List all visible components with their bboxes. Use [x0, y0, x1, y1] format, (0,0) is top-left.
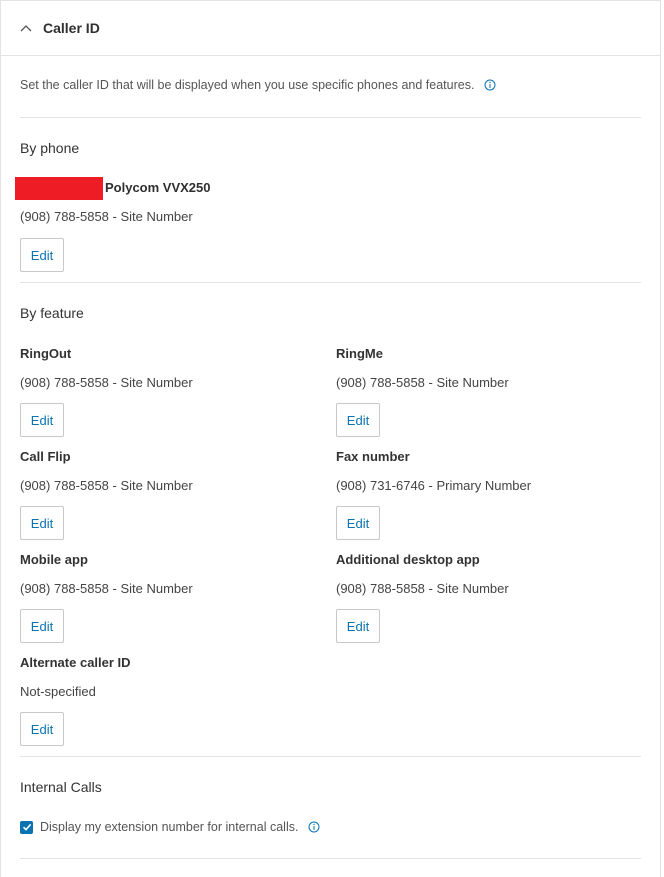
divider [20, 117, 641, 118]
internal-calls-option[interactable]: Display my extension number for internal… [20, 820, 320, 834]
additional-desktop-app-edit-button[interactable]: Edit [336, 609, 380, 643]
alternate-caller-id-edit-button[interactable]: Edit [20, 712, 64, 746]
section-title-caller-id: Caller ID [43, 20, 100, 36]
description-text: Set the caller ID that will be displayed… [20, 78, 475, 92]
feature-value-mobile-app: (908) 788-5858 - Site Number [20, 581, 193, 596]
check-icon [22, 823, 31, 831]
mobile-app-edit-button[interactable]: Edit [20, 609, 64, 643]
by-phone-title: By phone [20, 140, 80, 156]
feature-value-ringout: (908) 788-5858 - Site Number [20, 375, 193, 390]
phone-edit-button[interactable]: Edit [20, 238, 64, 272]
feature-label-mobile-app: Mobile app [20, 552, 88, 567]
caller-id-header[interactable]: Caller ID [1, 1, 660, 56]
display-extension-label: Display my extension number for internal… [40, 820, 299, 834]
internal-calls-title: Internal Calls [20, 779, 102, 795]
feature-label-ringout: RingOut [20, 346, 72, 361]
feature-value-call-flip: (908) 788-5858 - Site Number [20, 478, 193, 493]
feature-label-alternate-caller-id: Alternate caller ID [20, 655, 131, 670]
info-icon[interactable] [308, 821, 320, 833]
ringout-edit-button[interactable]: Edit [20, 403, 64, 437]
feature-label-additional-desktop-app: Additional desktop app [336, 552, 480, 567]
call-flip-edit-button[interactable]: Edit [20, 506, 64, 540]
display-extension-checkbox[interactable] [20, 820, 33, 834]
ringme-edit-button[interactable]: Edit [336, 403, 380, 437]
feature-value-alternate-caller-id: Not-specified [20, 684, 96, 699]
fax-number-edit-button[interactable]: Edit [336, 506, 380, 540]
caller-id-panel: Caller ID Set the caller ID that will be… [0, 0, 661, 877]
feature-value-additional-desktop-app: (908) 788-5858 - Site Number [336, 581, 509, 596]
phone-caller-id-value: (908) 788-5858 - Site Number [20, 209, 193, 224]
feature-label-call-flip: Call Flip [20, 449, 71, 464]
by-feature-title: By feature [20, 305, 84, 321]
info-icon[interactable] [484, 79, 496, 91]
feature-label-ringme: RingMe [336, 346, 383, 361]
divider [20, 858, 641, 859]
feature-label-fax-number: Fax number [336, 449, 410, 464]
divider [20, 756, 641, 757]
phone-device-name: Polycom VVX250 [105, 180, 211, 195]
caller-id-description: Set the caller ID that will be displayed… [20, 78, 496, 92]
redacted-block [15, 177, 103, 200]
feature-value-ringme: (908) 788-5858 - Site Number [336, 375, 509, 390]
divider [20, 282, 641, 283]
chevron-up-icon[interactable] [19, 21, 33, 35]
feature-value-fax-number: (908) 731-6746 - Primary Number [336, 478, 532, 493]
